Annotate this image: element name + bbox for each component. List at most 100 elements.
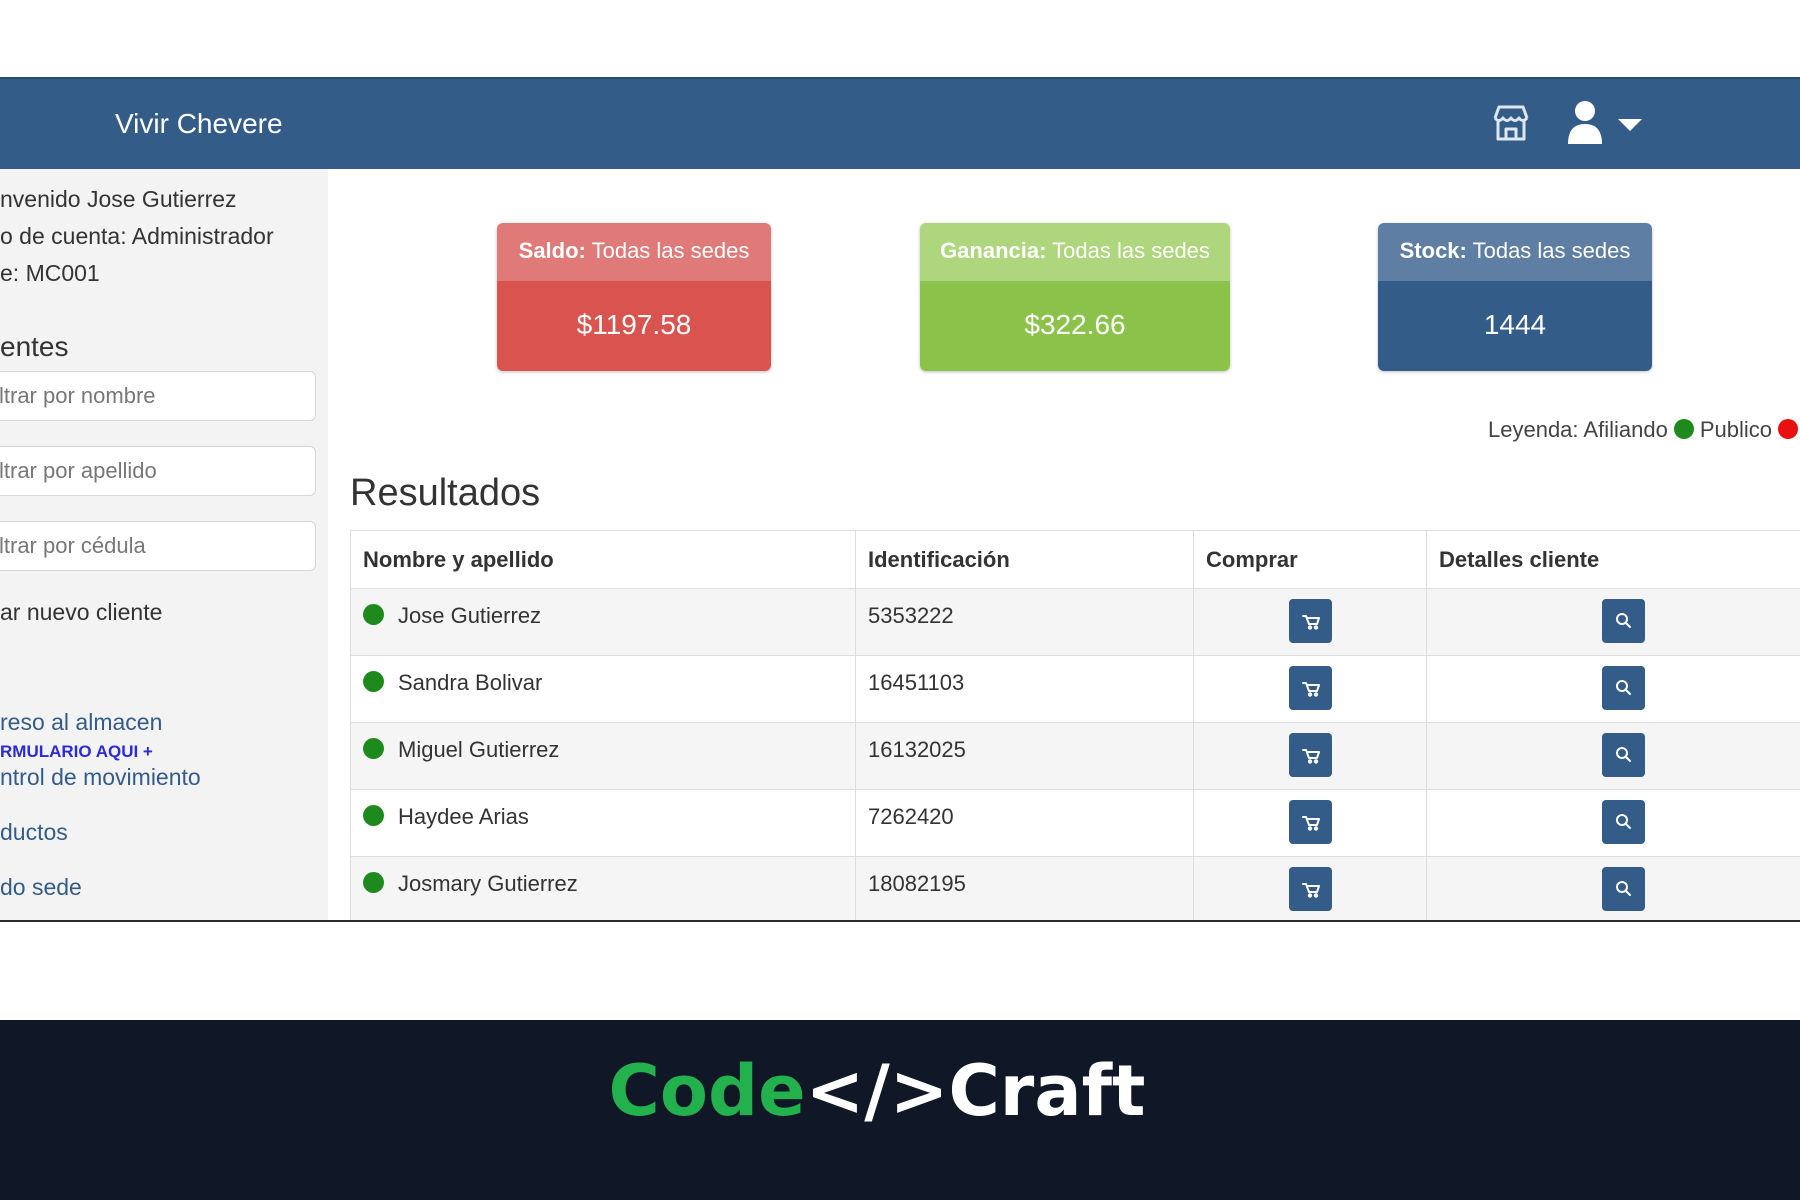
buy-button[interactable] (1288, 800, 1332, 844)
stock-value: 1444 (1378, 281, 1652, 371)
buy-cell (1193, 722, 1427, 790)
table-row: Miguel Gutierrez 16132025 (350, 722, 1800, 790)
client-name: Sandra Bolivar (398, 670, 543, 695)
brand-title[interactable]: Vivir Chevere (115, 79, 283, 169)
publico-dot (1777, 419, 1798, 439)
stock-card: Stock: Todas las sedes 1444 (1378, 223, 1652, 371)
logo-code-text: Code (609, 1050, 806, 1132)
magnifier-icon (1616, 814, 1631, 829)
id-cell: 18082195 (855, 856, 1194, 922)
magnifier-icon (1616, 680, 1631, 695)
id-cell: 16451103 (855, 655, 1194, 723)
buy-button[interactable] (1288, 733, 1332, 777)
status-dot (363, 671, 384, 692)
results-table-wrap: Nombre y apellido Identificación Comprar… (350, 530, 1800, 922)
svg-text:Code</>Craft: Code</>Craft (609, 1050, 1146, 1132)
welcome-text: nvenido Jose Gutierrez (0, 186, 237, 212)
cart-icon (1301, 883, 1320, 898)
details-cell (1426, 722, 1800, 790)
store-icon[interactable] (1490, 102, 1532, 144)
stock-card-scope: Todas las sedes (1472, 238, 1631, 263)
logo-craft-text: Craft (948, 1050, 1145, 1132)
bottom-border-line (0, 920, 1800, 922)
profit-card: Ganancia: Todas las sedes $322.66 (920, 223, 1230, 371)
legend: Leyenda: Afiliando Publico (1488, 417, 1800, 443)
legend-label: Leyenda: Afiliando (1488, 417, 1668, 442)
screenshot-frame: Vivir Chevere nvenido Jose Gutierrez o d… (0, 77, 1800, 922)
stock-card-header: Stock: Todas las sedes (1378, 223, 1652, 281)
balance-card: Saldo: Todas las sedes $1197.58 (497, 223, 771, 371)
clients-heading: entes (0, 331, 69, 362)
user-icon (1568, 101, 1602, 144)
status-dot (363, 872, 384, 893)
details-button[interactable] (1602, 599, 1645, 643)
col-header-details: Detalles cliente (1426, 530, 1800, 589)
afiliando-dot (1673, 419, 1694, 439)
details-cell (1426, 856, 1800, 922)
magnifier-icon (1616, 747, 1631, 762)
name-cell: Haydee Arias (350, 789, 856, 857)
client-name: Josmary Gutierrez (398, 871, 578, 896)
results-title: Resultados (350, 472, 541, 514)
cart-icon (1301, 682, 1320, 697)
filter-cedula-input[interactable] (0, 521, 316, 571)
table-row: Josmary Gutierrez 18082195 (350, 856, 1800, 922)
user-menu-icon[interactable] (1566, 100, 1652, 146)
client-name: Miguel Gutierrez (398, 737, 560, 762)
table-row: Sandra Bolivar 16451103 (350, 655, 1800, 723)
details-button[interactable] (1602, 867, 1645, 911)
sidebar-item-almacen[interactable]: reso al almacen (0, 709, 162, 736)
buy-button[interactable] (1288, 867, 1332, 911)
cart-icon (1301, 816, 1320, 831)
filter-lastname-input[interactable] (0, 446, 316, 496)
details-cell (1426, 655, 1800, 723)
status-dot (363, 604, 384, 625)
buy-cell (1193, 789, 1427, 857)
id-cell: 16132025 (855, 722, 1194, 790)
client-id: 16451103 (868, 670, 965, 695)
client-id: 7262420 (868, 804, 954, 829)
buy-cell (1193, 856, 1427, 922)
stock-card-label: Stock: (1399, 238, 1467, 263)
caret-down-icon (1618, 119, 1642, 131)
balance-value: $1197.58 (497, 281, 771, 371)
profit-card-header: Ganancia: Todas las sedes (920, 223, 1230, 281)
top-navbar: Vivir Chevere (0, 77, 1800, 169)
id-cell: 7262420 (855, 789, 1194, 857)
balance-card-label: Saldo: (518, 238, 586, 263)
name-cell: Jose Gutierrez (350, 588, 856, 656)
filter-name-input[interactable] (0, 371, 316, 421)
sidebar-item-sede[interactable]: do sede (0, 874, 82, 901)
buy-cell (1193, 655, 1427, 723)
details-button[interactable] (1602, 666, 1645, 710)
sidebar-item-movimiento[interactable]: ntrol de movimiento (0, 764, 201, 791)
status-dot (363, 738, 384, 759)
buy-button[interactable] (1288, 599, 1332, 643)
new-client-form-link[interactable]: RMULARIO AQUI + (0, 742, 153, 762)
details-button[interactable] (1602, 733, 1645, 777)
magnifier-icon (1616, 613, 1631, 628)
details-cell (1426, 588, 1800, 656)
sede-code-text: e: MC001 (0, 260, 100, 286)
logo-tag-text: </> (806, 1050, 949, 1132)
client-id: 16132025 (868, 737, 966, 762)
profit-card-scope: Todas las sedes (1052, 238, 1210, 263)
legend-public-label: Publico (1699, 417, 1772, 442)
results-table: Nombre y apellido Identificación Comprar… (350, 530, 1800, 922)
sidebar-item-productos[interactable]: ductos (0, 819, 68, 846)
buy-button[interactable] (1288, 666, 1332, 710)
name-cell: Josmary Gutierrez (350, 856, 856, 922)
account-type-text: o de cuenta: Administrador (0, 223, 274, 249)
details-cell (1426, 789, 1800, 857)
name-cell: Sandra Bolivar (350, 655, 856, 723)
status-dot (363, 805, 384, 826)
balance-card-header: Saldo: Todas las sedes (497, 223, 771, 281)
client-id: 5353222 (868, 603, 954, 628)
id-cell: 5353222 (855, 588, 1194, 656)
magnifier-icon (1616, 881, 1631, 896)
name-cell: Miguel Gutierrez (350, 722, 856, 790)
sidebar: nvenido Jose Gutierrez o de cuenta: Admi… (0, 169, 328, 922)
details-button[interactable] (1602, 800, 1645, 844)
profit-value: $322.66 (920, 281, 1230, 371)
col-header-name: Nombre y apellido (350, 530, 856, 589)
